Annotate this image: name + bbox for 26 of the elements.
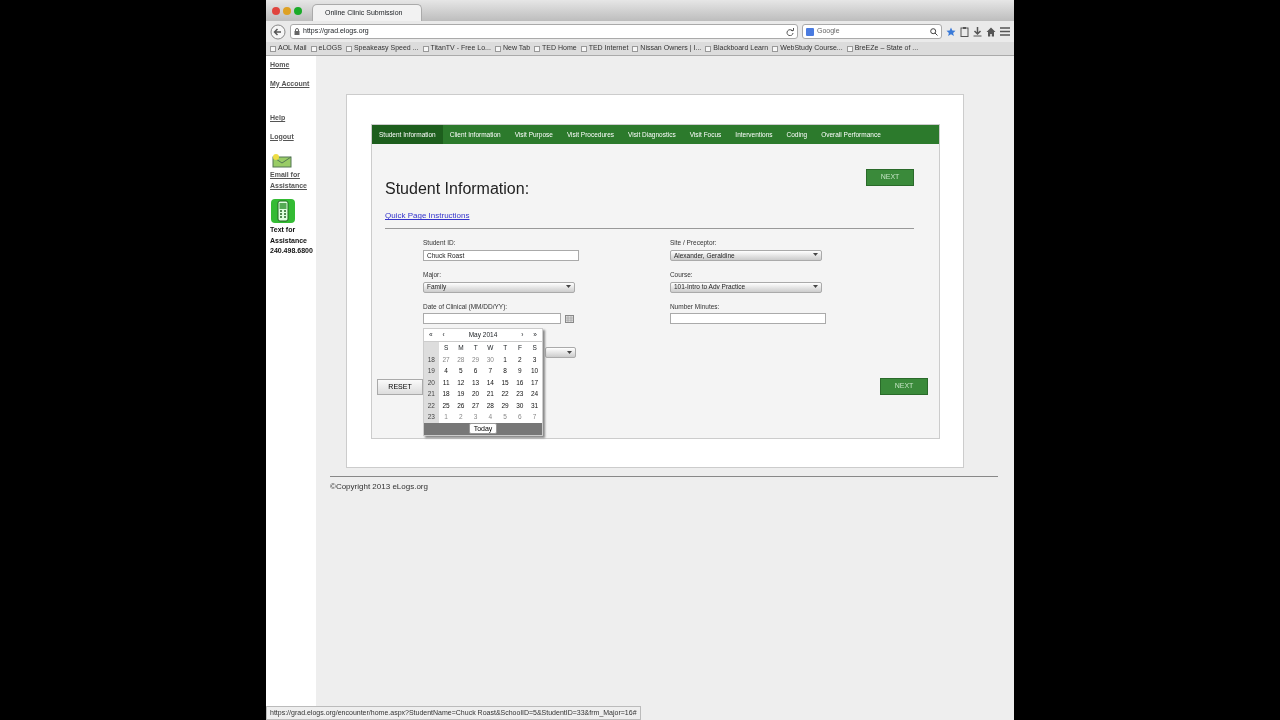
instructions-link[interactable]: Quick Page Instructions	[385, 210, 470, 223]
copyright-text: ©Copyright 2013 eLogs.org	[330, 476, 998, 493]
close-button[interactable]	[272, 6, 280, 15]
dropdown-arrow-icon	[567, 350, 572, 355]
lock-icon	[294, 28, 300, 35]
download-icon[interactable]	[973, 26, 982, 37]
home-icon[interactable]	[986, 26, 996, 37]
menu-icon[interactable]	[1000, 27, 1010, 36]
back-icon[interactable]	[270, 23, 286, 40]
zoom-button[interactable]	[294, 6, 302, 15]
dropdown-arrow-icon	[566, 285, 571, 290]
calendar-icon[interactable]	[565, 314, 574, 323]
mail-icon[interactable]	[272, 154, 292, 168]
date-field[interactable]	[423, 313, 561, 325]
dropdown-arrow-icon	[812, 253, 818, 258]
search-icon[interactable]	[930, 27, 938, 36]
page-heading: Student Information:	[385, 179, 530, 199]
clipboard-icon[interactable]	[960, 26, 969, 37]
search-engine-icon	[806, 27, 814, 36]
phone-icon[interactable]	[270, 199, 296, 223]
reload-icon[interactable]	[786, 27, 794, 36]
star-icon[interactable]	[946, 26, 956, 37]
week-column-header	[424, 342, 439, 354]
text-field[interactable]	[669, 313, 826, 325]
dropdown-arrow-icon	[812, 285, 818, 290]
dropdown[interactable]	[545, 347, 576, 358]
